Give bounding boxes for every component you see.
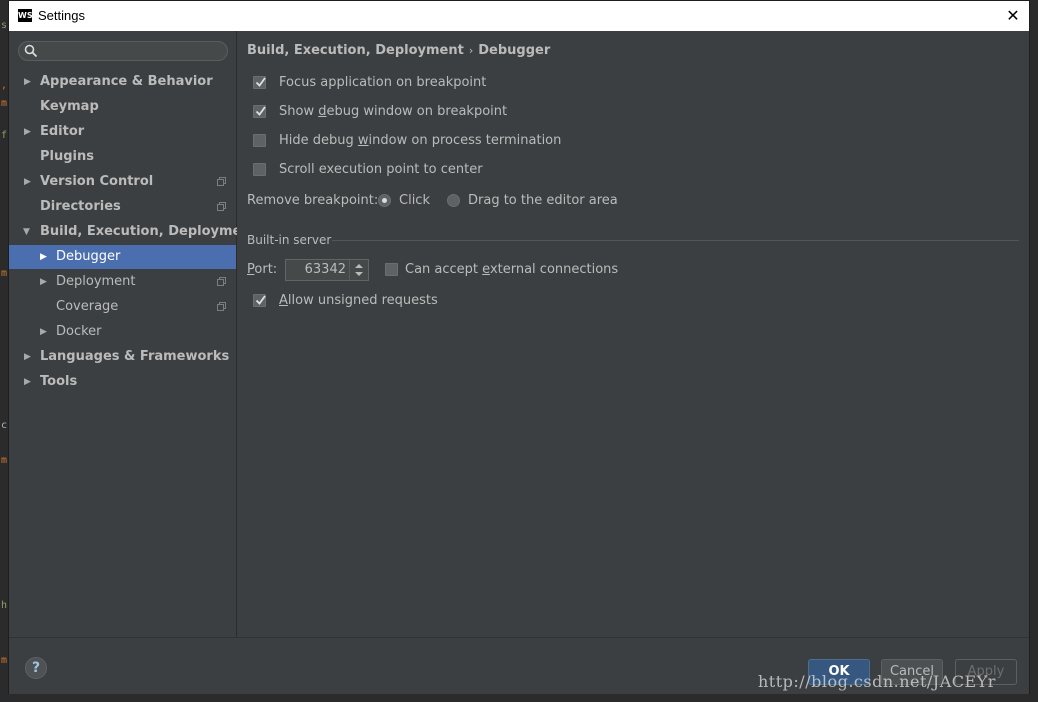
breadcrumb-current: Debugger — [478, 43, 551, 58]
help-icon[interactable]: ? — [25, 657, 47, 679]
expand-arrow-icon[interactable]: ▶ — [40, 320, 47, 344]
label-part: xternal connections — [489, 262, 619, 277]
tree-item-plugins[interactable]: Plugins — [9, 145, 236, 169]
radio-drag-label[interactable]: Drag to the editor area — [468, 191, 618, 211]
checkbox-label: Scroll execution point to center — [279, 162, 483, 177]
tree-item-label: Debugger — [56, 249, 121, 264]
external-connections-checkbox[interactable] — [385, 263, 398, 276]
tree-item-directories[interactable]: Directories — [9, 195, 236, 219]
settings-content: Build, Execution, Deployment › Debugger Fo… — [237, 31, 1029, 637]
tree-item-label: Keymap — [40, 99, 99, 114]
checkbox-box[interactable] — [253, 294, 266, 307]
port-spinner[interactable]: 63342 — [285, 259, 369, 281]
settings-sidebar: ▶ Appearance & Behavior Keymap ▶ Editor … — [9, 31, 257, 637]
project-settings-icon — [217, 202, 226, 211]
checkmark-icon — [255, 106, 266, 116]
expand-arrow-icon[interactable]: ▶ — [24, 370, 31, 394]
label-part: llow unsigned requests — [287, 293, 438, 308]
tree-item-label: Plugins — [40, 149, 94, 164]
spinner-up-down-icon[interactable] — [350, 260, 368, 280]
checkbox-label: Allow unsigned requests — [279, 291, 438, 311]
breadcrumb-parent[interactable]: Build, Execution, Deployment — [247, 43, 464, 58]
checkbox-box[interactable] — [253, 163, 266, 176]
mnemonic: A — [279, 293, 288, 308]
checkbox-box[interactable] — [253, 105, 266, 118]
spinner-arrows[interactable] — [349, 260, 368, 280]
expand-arrow-icon[interactable]: ▶ — [40, 245, 47, 269]
tree-item-docker[interactable]: ▶ Docker — [9, 320, 236, 344]
tree-item-languages-frameworks[interactable]: ▶ Languages & Frameworks — [9, 345, 236, 369]
window-title: Settings — [38, 8, 85, 23]
expand-arrow-icon[interactable]: ▶ — [24, 345, 31, 369]
mnemonic: e — [482, 262, 490, 277]
breadcrumb-separator: › — [468, 44, 474, 57]
tree-item-label: Docker — [56, 324, 102, 339]
radio-click[interactable] — [378, 194, 391, 207]
port-value[interactable]: 63342 — [305, 260, 346, 280]
radio-selected-dot — [382, 198, 387, 203]
search-field[interactable] — [18, 41, 228, 61]
label-part: Can accept — [405, 262, 483, 277]
external-connections-label: Can accept external connections — [405, 259, 618, 281]
tree-item-label: Editor — [40, 124, 85, 139]
expand-arrow-icon[interactable]: ▶ — [24, 120, 31, 144]
remove-breakpoint-row: Remove breakpoint: Click Drag to the edi… — [247, 191, 618, 211]
tree-item-version-control[interactable]: ▶ Version Control — [9, 170, 236, 194]
builtin-server-section: Built-in server — [247, 232, 1019, 248]
expand-arrow-icon[interactable]: ▶ — [40, 270, 47, 294]
webstorm-logo-icon: WS — [18, 9, 33, 22]
project-settings-icon — [217, 277, 226, 286]
expand-arrow-icon[interactable]: ▶ — [24, 170, 31, 194]
collapse-arrow-icon[interactable]: ▼ — [23, 220, 30, 244]
tree-item-appearance-behavior[interactable]: ▶ Appearance & Behavior — [9, 70, 236, 94]
checkmark-icon — [255, 295, 266, 305]
radio-click-label[interactable]: Click — [399, 191, 430, 211]
tree-item-label: Languages & Frameworks — [40, 349, 230, 364]
section-divider — [332, 240, 1019, 241]
label-part: Show — [279, 104, 319, 119]
tree-item-keymap[interactable]: Keymap — [9, 95, 236, 119]
breadcrumb: Build, Execution, Deployment › Debugger — [247, 43, 550, 58]
tree-item-label: Coverage — [56, 299, 119, 314]
label-part: Hide debug — [279, 133, 358, 148]
close-icon[interactable]: ✕ — [1003, 6, 1023, 26]
checkbox-label: Focus application on breakpoint — [279, 75, 487, 90]
tree-item-debugger[interactable]: ▶ Debugger — [9, 245, 236, 269]
tree-item-tools[interactable]: ▶ Tools — [9, 370, 236, 394]
label-part: ort: — [254, 262, 278, 277]
tree-item-label: Directories — [40, 199, 121, 214]
label-part: indow on process termination — [368, 133, 562, 148]
checkbox-box[interactable] — [253, 134, 266, 147]
tree-item-build-execution-deployment[interactable]: ▼ Build, Execution, Deployment — [9, 220, 257, 244]
label-part: ebug window on breakpoint — [326, 104, 508, 119]
checkbox-label: Show debug window on breakpoint — [279, 102, 507, 122]
watermark: http://blog.csdn.net/JACEYr — [758, 672, 996, 691]
search-icon — [24, 44, 38, 58]
checkbox-box[interactable] — [253, 76, 266, 89]
checkbox-label: Hide debug window on process termination — [279, 131, 561, 151]
tree-item-label: Deployment — [56, 274, 136, 289]
project-settings-icon — [217, 177, 226, 186]
settings-dialog: WS Settings ✕ ▶ Appearance & Behavior Ke… — [8, 0, 1030, 694]
background-editor-edge: s , m f m c m h m — [0, 0, 8, 702]
tree-item-deployment[interactable]: ▶ Deployment — [9, 270, 236, 294]
tree-item-editor[interactable]: ▶ Editor — [9, 120, 236, 144]
checkmark-icon — [255, 77, 266, 87]
tree-item-label: Version Control — [40, 174, 154, 189]
section-title: Built-in server — [247, 233, 332, 247]
tree-item-label: Tools — [40, 374, 78, 389]
title-bar: WS Settings ✕ — [9, 1, 1029, 31]
mnemonic: w — [357, 133, 369, 148]
radio-drag-to-editor[interactable] — [447, 194, 460, 207]
port-row: Port: 63342 Can accept external connecti… — [247, 259, 618, 281]
tree-item-coverage[interactable]: Coverage — [9, 295, 236, 319]
remove-breakpoint-label: Remove breakpoint: — [247, 193, 379, 208]
expand-arrow-icon[interactable]: ▶ — [24, 70, 31, 94]
tree-item-label: Appearance & Behavior — [40, 74, 213, 89]
tree-item-label: Build, Execution, Deployment — [40, 224, 257, 239]
project-settings-icon — [217, 302, 226, 311]
port-label: Port: — [247, 262, 277, 277]
